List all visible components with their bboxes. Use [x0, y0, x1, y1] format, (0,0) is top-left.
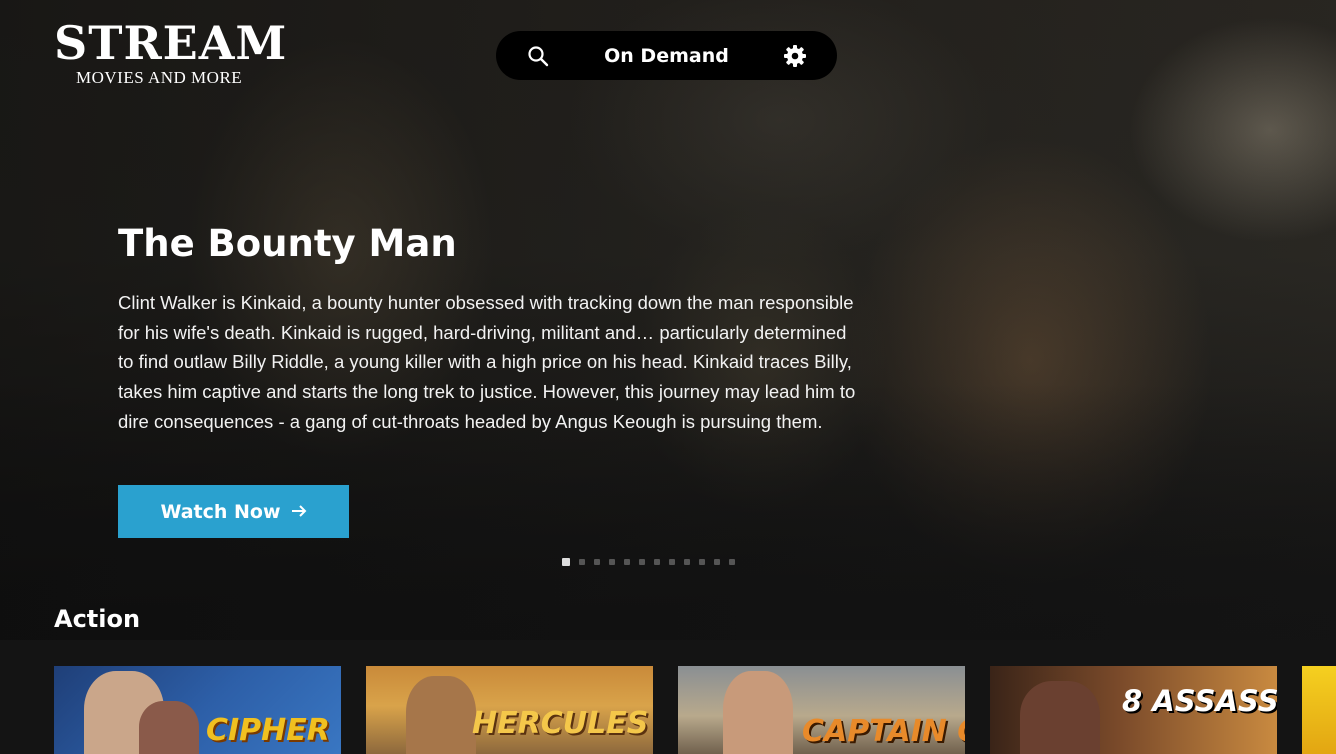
- carousel-indicators: [562, 558, 735, 566]
- poster-figure: [139, 701, 199, 754]
- logo[interactable]: STREAM MOVIES AND MORE: [54, 16, 288, 92]
- carousel-dot[interactable]: [594, 559, 600, 565]
- movie-title: CAPTAIN GALLANT: [802, 714, 965, 749]
- row-title-action: Action: [54, 605, 141, 633]
- hero-description: Clint Walker is Kinkaid, a bounty hunter…: [118, 292, 856, 432]
- watch-now-label: Watch Now: [160, 500, 281, 523]
- poster-figure: [406, 676, 476, 754]
- movie-tile[interactable]: CAPTAIN GALLANT: [678, 666, 965, 754]
- movie-title: HERCULES: [472, 706, 649, 741]
- carousel-dot[interactable]: [729, 559, 735, 565]
- poster-figure: [723, 671, 793, 754]
- carousel-dot[interactable]: [699, 559, 705, 565]
- carousel-dot[interactable]: [714, 559, 720, 565]
- logo-subtitle: MOVIES AND MORE: [76, 68, 243, 87]
- watch-now-button[interactable]: Watch Now: [118, 485, 349, 538]
- movie-title: 8 ASSASSINS: [1122, 684, 1277, 718]
- carousel-dot[interactable]: [624, 559, 630, 565]
- carousel-dot[interactable]: [684, 559, 690, 565]
- poster-figure: [1020, 681, 1100, 754]
- top-navigation-bar: On Demand: [496, 31, 837, 80]
- movie-title: CIPHER BUREAU: [206, 713, 341, 748]
- hero-title: The Bounty Man: [118, 222, 457, 265]
- section-title: On Demand: [604, 44, 729, 67]
- arrow-right-icon: [291, 501, 307, 523]
- gear-icon[interactable]: [783, 44, 807, 68]
- carousel-dot[interactable]: [579, 559, 585, 565]
- search-icon[interactable]: [526, 44, 550, 68]
- movie-tile[interactable]: 8 ASSASSINS: [990, 666, 1277, 754]
- carousel-dot[interactable]: [654, 559, 660, 565]
- logo-title: STREAM: [54, 16, 288, 70]
- carousel-dot[interactable]: [669, 559, 675, 565]
- carousel-dot[interactable]: [609, 559, 615, 565]
- movie-tile[interactable]: CIPHER BUREAU: [54, 666, 341, 754]
- movie-tile-partial[interactable]: [1302, 666, 1336, 754]
- carousel-dot[interactable]: [639, 559, 645, 565]
- action-row: CIPHER BUREAU HERCULES CAPTAIN GALLANT 8…: [54, 666, 1336, 754]
- hero-info: The Bounty Man Clint Walker is Kinkaid, …: [118, 222, 858, 437]
- carousel-dot[interactable]: [562, 558, 570, 566]
- movie-tile[interactable]: HERCULES: [366, 666, 653, 754]
